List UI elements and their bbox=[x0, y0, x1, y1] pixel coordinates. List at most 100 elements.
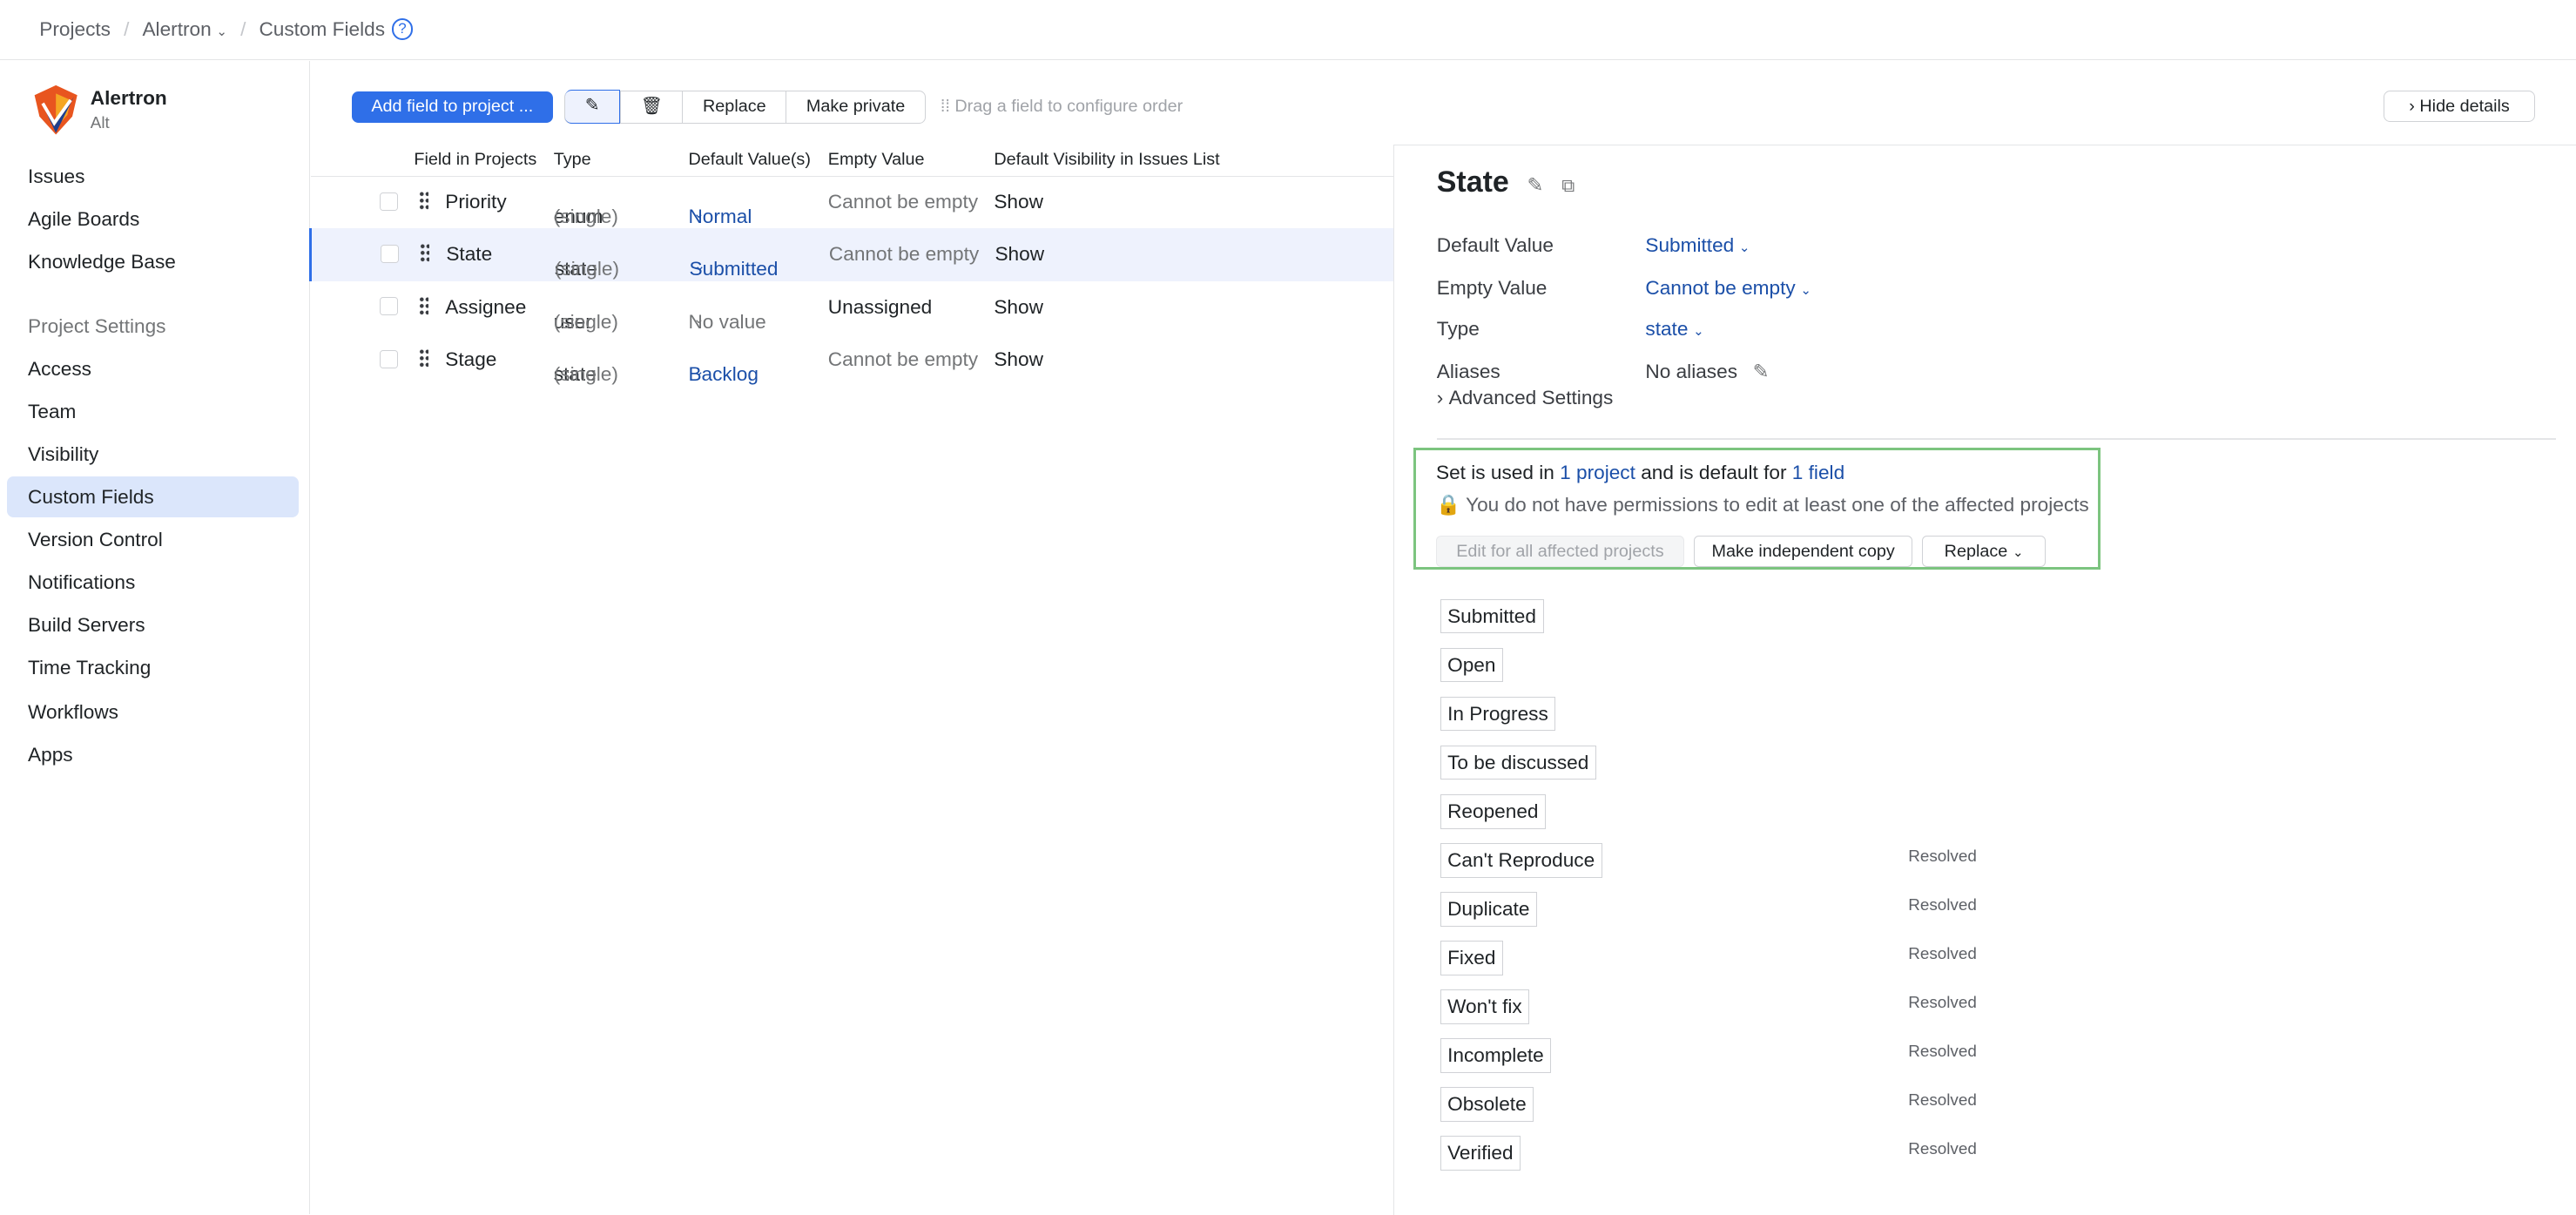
value-chip[interactable]: To be discussed bbox=[1440, 746, 1596, 780]
breadcrumb-alertron[interactable]: Alertron⌄ bbox=[142, 18, 227, 41]
projects-link[interactable]: 1 project bbox=[1560, 462, 1635, 483]
default-value-select[interactable]: Submitted ⌄ bbox=[1645, 234, 1750, 257]
sidebar-item-agile-boards[interactable]: Agile Boards bbox=[7, 199, 300, 240]
edit-button[interactable]: ✎ bbox=[565, 90, 620, 125]
value-chip[interactable]: Can't Reproduce bbox=[1440, 843, 1602, 878]
chevron-down-icon: ⌄ bbox=[693, 363, 705, 379]
chevron-down-icon: ⌄ bbox=[2013, 545, 2024, 560]
sidebar-item-issues[interactable]: Issues bbox=[7, 156, 300, 197]
resolved-label: Resolved bbox=[1908, 1139, 1977, 1158]
resolved-label: Resolved bbox=[1908, 847, 1977, 866]
value-chip[interactable]: Won't fix bbox=[1440, 989, 1530, 1024]
copy-icon[interactable]: ⧉ bbox=[1561, 176, 1575, 196]
add-field-button[interactable]: Add field to project ... bbox=[352, 91, 553, 123]
aliases-text: No aliases bbox=[1645, 361, 1737, 382]
app-root: Projects / Alertron⌄ / Custom Fields ? A… bbox=[0, 0, 2576, 1214]
value-chip[interactable]: Obsolete bbox=[1440, 1087, 1534, 1122]
sidebar-item-notifications[interactable]: Notifications bbox=[7, 562, 300, 603]
hide-details-button[interactable]: › Hide details bbox=[2384, 91, 2535, 122]
row-checkbox[interactable] bbox=[381, 245, 399, 263]
table-row[interactable]: Priority enum (single) Normal⌄ Cannot be… bbox=[311, 176, 1393, 228]
value-chip[interactable]: In Progress bbox=[1440, 697, 1556, 732]
sidebar-item-access[interactable]: Access bbox=[7, 348, 300, 389]
row-checkbox[interactable] bbox=[380, 192, 398, 211]
replace-dropdown-button[interactable]: Replace ⌄ bbox=[1922, 536, 2045, 567]
table-row[interactable]: State state (single) Submitted⌄ Cannot b… bbox=[309, 228, 1394, 280]
empty-value: Cannot be empty bbox=[828, 191, 978, 213]
delete-button[interactable]: 🗑 bbox=[620, 91, 682, 123]
sidebar-item-build-servers[interactable]: Build Servers bbox=[7, 604, 300, 645]
table-row[interactable]: Assignee user (single) No value⌄ Unassig… bbox=[311, 281, 1393, 334]
drag-handle-icon[interactable] bbox=[420, 243, 429, 263]
drag-handle-icon[interactable] bbox=[419, 191, 428, 211]
visibility-value: Show bbox=[994, 348, 1043, 371]
pencil-icon[interactable]: ✎ bbox=[1527, 174, 1544, 196]
sidebar-item-time-tracking[interactable]: Time Tracking bbox=[7, 647, 300, 688]
sidebar-item-team[interactable]: Team bbox=[7, 391, 300, 432]
drag-handle-icon[interactable] bbox=[419, 296, 428, 316]
advanced-settings-toggle[interactable]: › Advanced Settings bbox=[1437, 387, 1614, 409]
column-type: Type bbox=[554, 150, 591, 170]
chevron-down-icon: ⌄ bbox=[694, 258, 705, 273]
project-name: Alertron bbox=[91, 87, 167, 110]
field-name: State bbox=[446, 243, 492, 266]
chevron-down-icon: ⌄ bbox=[1693, 324, 1704, 339]
field-multiplicity: (single) bbox=[554, 311, 618, 334]
sidebar-item-custom-fields[interactable]: Custom Fields bbox=[7, 476, 300, 517]
drag-hint-text: Drag a field to configure order bbox=[954, 97, 1183, 116]
sidebar-item-workflows[interactable]: Workflows bbox=[7, 692, 300, 732]
value-chip[interactable]: Verified bbox=[1440, 1136, 1521, 1171]
pencil-icon[interactable]: ✎ bbox=[1753, 361, 1770, 382]
toolbar: Add field to project ... ✎ 🗑 Replace Mak… bbox=[352, 91, 1183, 124]
value-chip[interactable]: Incomplete bbox=[1440, 1038, 1552, 1073]
chevron-down-icon: ⌄ bbox=[693, 311, 705, 327]
replace-button[interactable]: Replace bbox=[682, 91, 786, 123]
fields-link[interactable]: 1 field bbox=[1792, 462, 1844, 483]
value-chip[interactable]: Submitted bbox=[1440, 599, 1544, 634]
aliases-label: Aliases bbox=[1437, 361, 1500, 383]
drag-handle-icon[interactable] bbox=[419, 348, 428, 368]
lock-icon: 🔒 bbox=[1436, 494, 1460, 516]
value-chip[interactable]: Duplicate bbox=[1440, 892, 1537, 927]
column-visibility: Default Visibility in Issues List bbox=[994, 150, 1219, 170]
make-independent-copy-button[interactable]: Make independent copy bbox=[1694, 536, 1912, 567]
sidebar-item-version-control[interactable]: Version Control bbox=[7, 519, 300, 560]
type-select[interactable]: state⌄ bbox=[1645, 318, 1703, 341]
empty-value-select[interactable]: Cannot be empty⌄ bbox=[1645, 277, 1811, 300]
sidebar-item-knowledge-base[interactable]: Knowledge Base bbox=[7, 241, 300, 282]
resolved-label: Resolved bbox=[1908, 1042, 1977, 1061]
breadcrumb-separator: / bbox=[240, 18, 246, 41]
field-name: Stage bbox=[445, 348, 496, 371]
help-icon[interactable]: ? bbox=[392, 18, 414, 40]
aliases-value: No aliases ✎ bbox=[1645, 361, 1769, 383]
sidebar-item-apps[interactable]: Apps bbox=[7, 734, 300, 775]
chevron-right-icon: › bbox=[1437, 387, 1449, 408]
breadcrumb-separator: / bbox=[124, 18, 129, 41]
breadcrumb: Projects / Alertron⌄ / Custom Fields ? bbox=[39, 18, 413, 41]
value-chip[interactable]: Fixed bbox=[1440, 941, 1503, 975]
permission-note-text: You do not have permissions to edit at l… bbox=[1466, 494, 2089, 516]
value-chip[interactable]: Reopened bbox=[1440, 794, 1546, 829]
table-row[interactable]: Stage state (single) Backlog⌄ Cannot be … bbox=[311, 334, 1393, 386]
field-title-text: State bbox=[1437, 165, 1509, 199]
breadcrumb-projects[interactable]: Projects bbox=[39, 18, 111, 41]
default-value-text: Submitted bbox=[1645, 234, 1734, 256]
sidebar-item-visibility[interactable]: Visibility bbox=[7, 434, 300, 475]
replace-label: Replace bbox=[1945, 542, 2008, 561]
empty-value-label: Empty Value bbox=[1437, 277, 1548, 300]
default-value-label: Default Value bbox=[1437, 234, 1554, 257]
row-checkbox[interactable] bbox=[380, 350, 398, 368]
empty-value: Cannot be empty bbox=[829, 243, 979, 266]
value-chip[interactable]: Open bbox=[1440, 648, 1503, 683]
row-checkbox[interactable] bbox=[380, 297, 398, 315]
resolved-label: Resolved bbox=[1908, 1090, 1977, 1110]
details-panel: State ✎ ⧉ Default Value Submitted ⌄ Empty… bbox=[1393, 145, 2576, 1215]
breadcrumb-alertron-label: Alertron bbox=[142, 18, 211, 40]
resolved-label: Resolved bbox=[1908, 993, 1977, 1012]
make-private-button[interactable]: Make private bbox=[786, 91, 925, 123]
trash-icon: 🗑 bbox=[641, 97, 663, 116]
edit-all-projects-button[interactable]: Edit for all affected projects bbox=[1436, 536, 1684, 567]
chevron-down-icon: ⌄ bbox=[1739, 240, 1750, 255]
breadcrumb-custom-fields: Custom Fields bbox=[259, 18, 385, 41]
visibility-value: Show bbox=[994, 191, 1043, 213]
